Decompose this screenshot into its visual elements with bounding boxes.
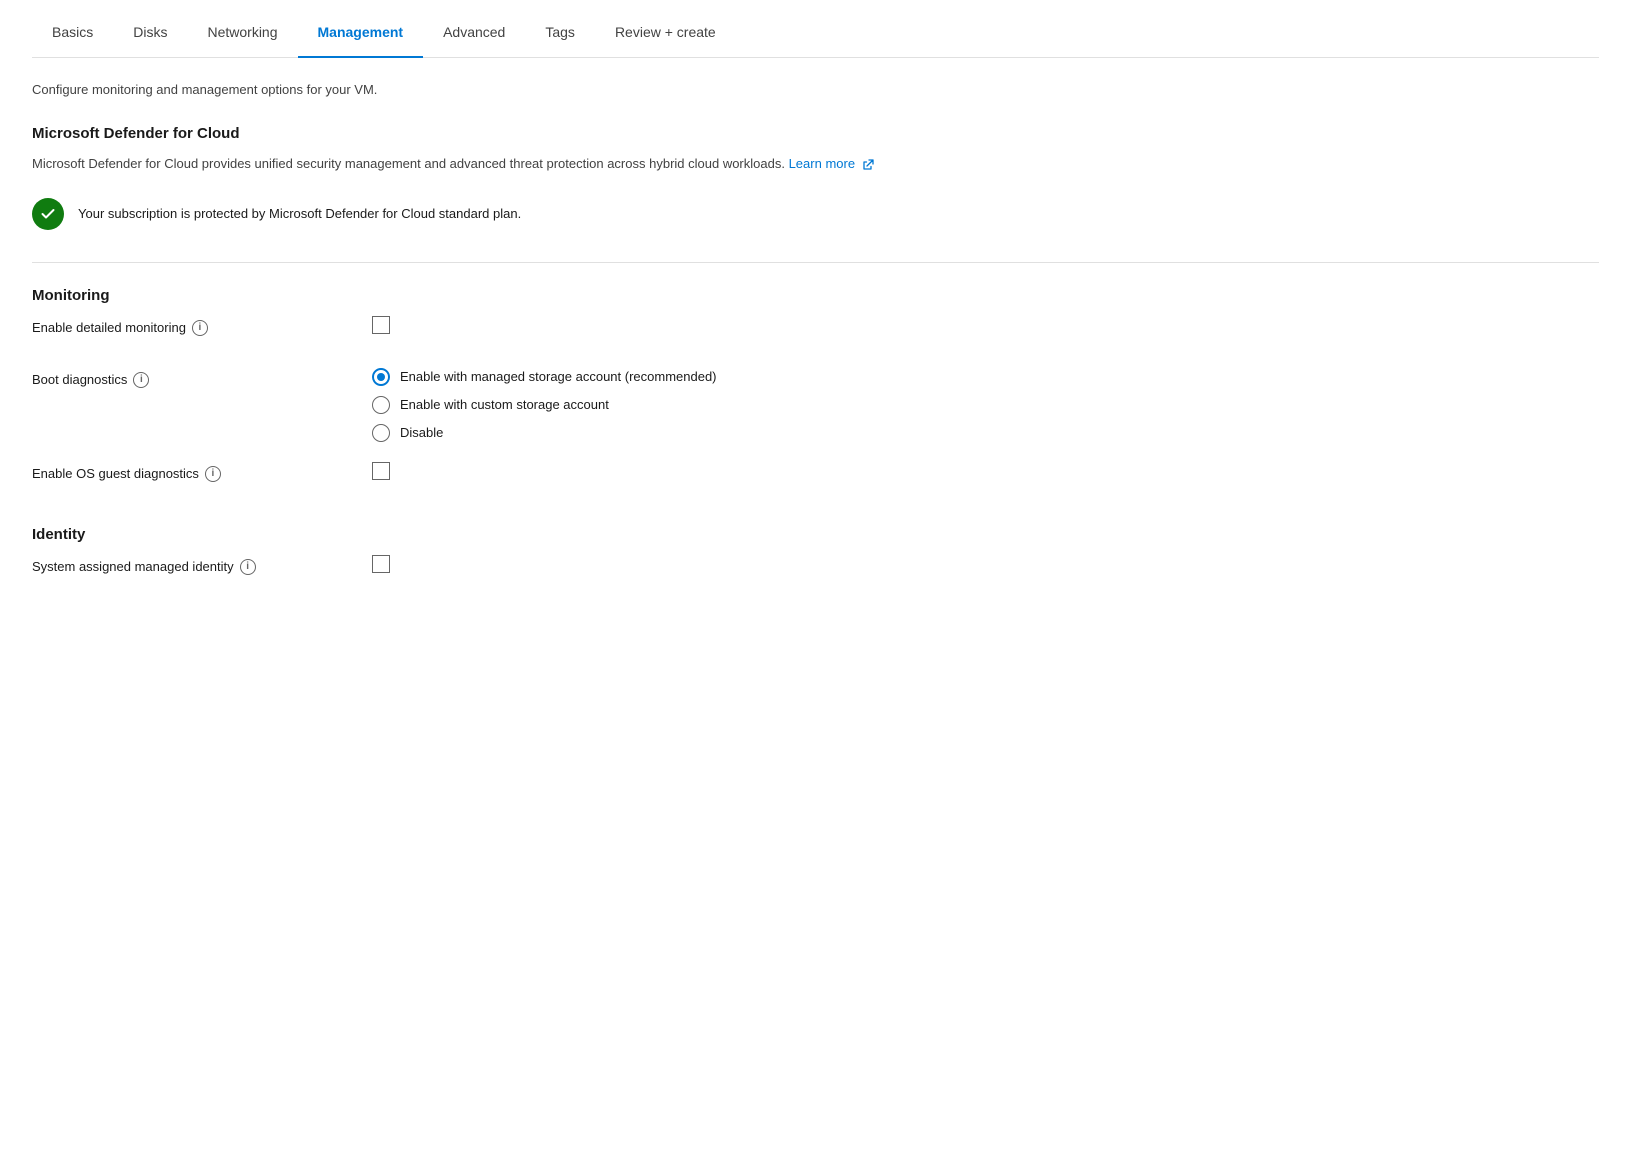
boot-diagnostics-custom-radio[interactable] xyxy=(372,396,390,414)
tab-navigation: BasicsDisksNetworkingManagementAdvancedT… xyxy=(32,0,1599,58)
system-identity-checkbox[interactable] xyxy=(372,555,390,573)
tab-disks[interactable]: Disks xyxy=(113,8,187,58)
external-link-icon xyxy=(862,159,874,171)
detailed-monitoring-checkbox-wrapper xyxy=(372,316,390,334)
system-identity-label: System assigned managed identity i xyxy=(32,555,372,575)
tab-basics[interactable]: Basics xyxy=(32,8,113,58)
os-guest-diagnostics-control xyxy=(372,462,390,480)
boot-diagnostics-managed-option[interactable]: Enable with managed storage account (rec… xyxy=(372,368,717,386)
boot-diagnostics-control: Enable with managed storage account (rec… xyxy=(372,368,717,442)
monitoring-title: Monitoring xyxy=(32,287,1599,304)
tab-review-create[interactable]: Review + create xyxy=(595,8,736,58)
boot-diagnostics-managed-radio[interactable] xyxy=(372,368,390,386)
defender-description: Microsoft Defender for Cloud provides un… xyxy=(32,154,932,174)
detailed-monitoring-row: Enable detailed monitoring i xyxy=(32,316,1599,348)
os-guest-diagnostics-info-icon[interactable]: i xyxy=(205,466,221,482)
monitoring-section: Monitoring Enable detailed monitoring i … xyxy=(32,287,1599,494)
system-identity-row: System assigned managed identity i xyxy=(32,555,1599,587)
tab-advanced[interactable]: Advanced xyxy=(423,8,525,58)
page-content: Configure monitoring and management opti… xyxy=(32,58,1599,643)
page-subtitle: Configure monitoring and management opti… xyxy=(32,82,1599,97)
boot-diagnostics-disable-radio[interactable] xyxy=(372,424,390,442)
boot-diagnostics-custom-option[interactable]: Enable with custom storage account xyxy=(372,396,717,414)
boot-diagnostics-info-icon[interactable]: i xyxy=(133,372,149,388)
boot-diagnostics-label: Boot diagnostics i xyxy=(32,368,372,388)
detailed-monitoring-checkbox[interactable] xyxy=(372,316,390,334)
system-identity-control xyxy=(372,555,390,573)
os-guest-diagnostics-checkbox-wrapper xyxy=(372,462,390,480)
os-guest-diagnostics-row: Enable OS guest diagnostics i xyxy=(32,462,1599,494)
divider-1 xyxy=(32,262,1599,263)
defender-title: Microsoft Defender for Cloud xyxy=(32,125,1599,142)
identity-section: Identity System assigned managed identit… xyxy=(32,526,1599,587)
os-guest-diagnostics-label: Enable OS guest diagnostics i xyxy=(32,462,372,482)
boot-diagnostics-disable-option[interactable]: Disable xyxy=(372,424,717,442)
system-identity-checkbox-wrapper xyxy=(372,555,390,573)
check-circle-icon xyxy=(32,198,64,230)
learn-more-link[interactable]: Learn more xyxy=(789,156,874,171)
protected-notice: Your subscription is protected by Micros… xyxy=(32,198,1599,230)
os-guest-diagnostics-checkbox[interactable] xyxy=(372,462,390,480)
boot-diagnostics-row: Boot diagnostics i Enable with managed s… xyxy=(32,368,1599,442)
detailed-monitoring-label: Enable detailed monitoring i xyxy=(32,316,372,336)
tab-tags[interactable]: Tags xyxy=(525,8,595,58)
identity-title: Identity xyxy=(32,526,1599,543)
tab-management[interactable]: Management xyxy=(298,8,424,58)
defender-section: Microsoft Defender for Cloud Microsoft D… xyxy=(32,125,1599,230)
detailed-monitoring-info-icon[interactable]: i xyxy=(192,320,208,336)
protected-text: Your subscription is protected by Micros… xyxy=(78,206,521,221)
system-identity-info-icon[interactable]: i xyxy=(240,559,256,575)
detailed-monitoring-control xyxy=(372,316,390,334)
tab-networking[interactable]: Networking xyxy=(187,8,297,58)
